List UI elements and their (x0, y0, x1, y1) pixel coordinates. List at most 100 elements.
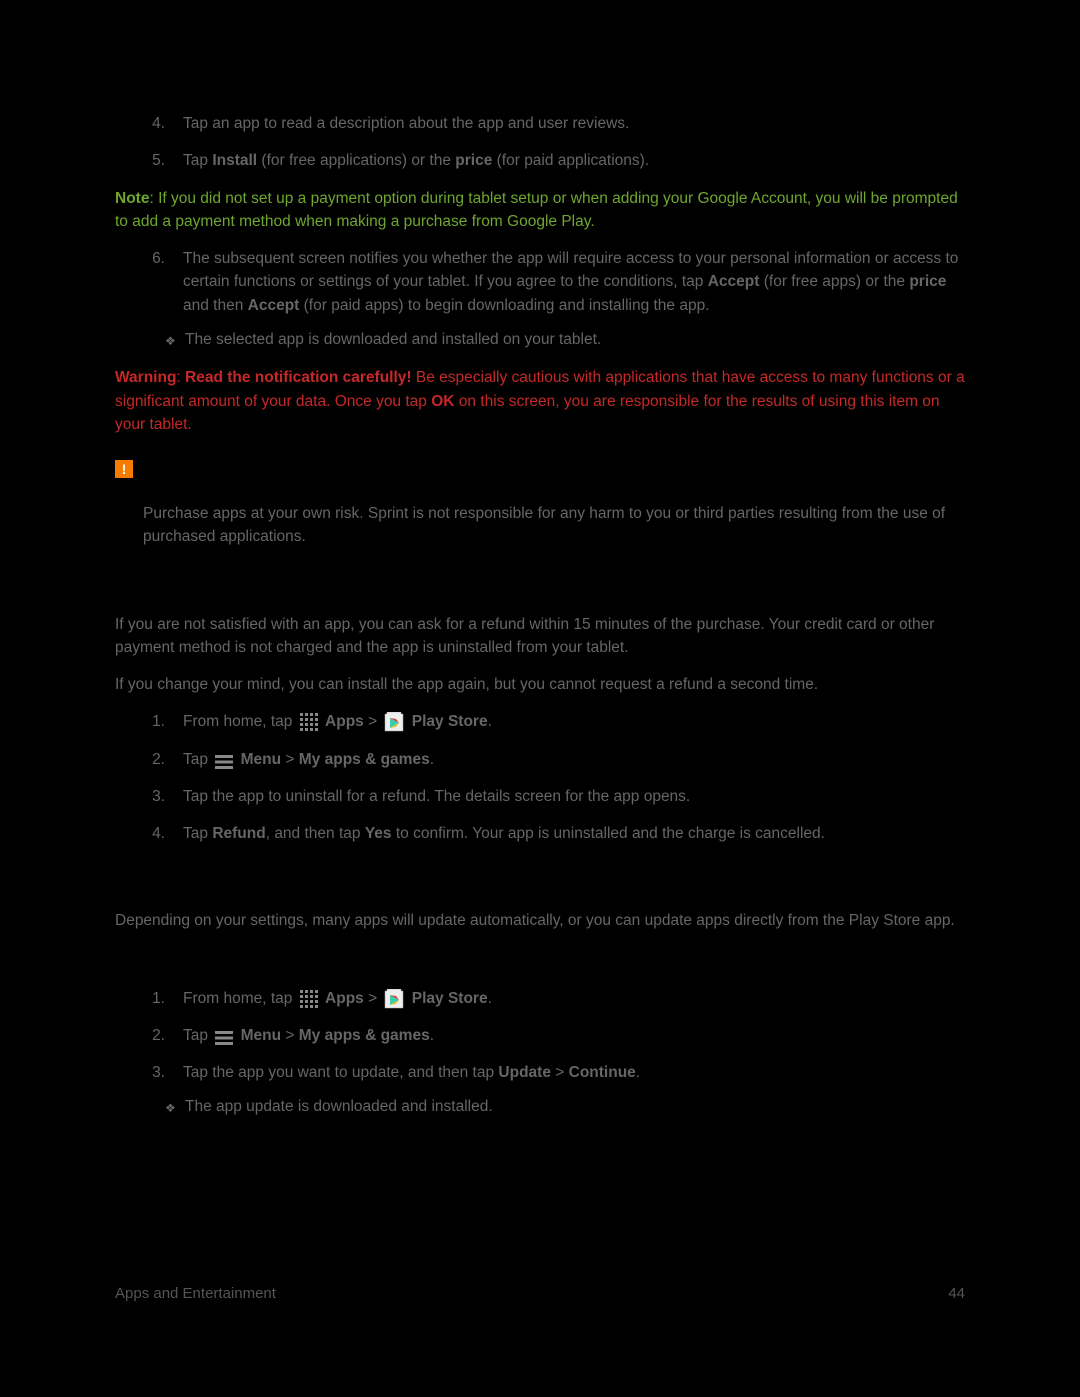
text: From home, tap (183, 990, 297, 1007)
hamburger-menu-icon (215, 1029, 233, 1043)
text: . (488, 713, 492, 730)
play-store-icon (384, 989, 404, 1009)
bold: Read the notification carefully! (185, 369, 412, 386)
note-label: Note (115, 190, 149, 207)
diamond-icon: ❖ (165, 331, 185, 353)
text: Tap (183, 152, 212, 169)
list-text: Tap the app you want to update, and then… (183, 1061, 965, 1084)
sub-bullet: ❖ The app update is downloaded and insta… (115, 1098, 965, 1120)
bold: Menu (241, 751, 281, 768)
risk-paragraph: Purchase apps at your own risk. Sprint i… (115, 502, 965, 549)
list-number: 4. (115, 822, 183, 845)
list-number: 3. (115, 785, 183, 808)
list-text: Tap the app to uninstall for a refund. T… (183, 785, 965, 808)
list-step: 3. Tap the app to uninstall for a refund… (115, 785, 965, 808)
text: . (488, 990, 492, 1007)
note-block: Note: If you did not set up a payment op… (115, 187, 965, 234)
list-number: 4. (115, 112, 183, 135)
paragraph: If you change your mind, you can install… (115, 673, 965, 696)
sub-bullet: ❖ The selected app is downloaded and ins… (115, 331, 965, 353)
list-number: 2. (115, 748, 183, 771)
note-text: : If you did not set up a payment option… (115, 190, 958, 230)
text: . (636, 1064, 640, 1081)
play-store-icon (384, 712, 404, 732)
text: > (551, 1064, 569, 1081)
bold: OK (431, 393, 454, 410)
bold: Install (212, 152, 257, 169)
list-text: From home, tap Apps > Play Store. (183, 710, 965, 733)
text: From home, tap (183, 713, 297, 730)
list-step-5: 5. Tap Install (for free applications) o… (115, 149, 965, 172)
text: Tap (183, 1027, 212, 1044)
page-footer: Apps and Entertainment 44 (115, 1285, 965, 1302)
text: . (430, 1027, 434, 1044)
text: > (281, 1027, 299, 1044)
text: Tap (183, 825, 212, 842)
text: (for paid applications). (492, 152, 649, 169)
text: Tap (183, 751, 212, 768)
text: > (364, 990, 382, 1007)
list-number: 6. (115, 247, 183, 317)
sub-text: The app update is downloaded and install… (185, 1098, 493, 1120)
subheading-update-direct: Update an App Directly (115, 953, 965, 973)
paragraph: If you are not satisfied with an app, yo… (115, 613, 965, 660)
list-text: Tap Install (for free applications) or t… (183, 149, 965, 172)
bold: Accept (708, 273, 760, 290)
list-step-6: 6. The subsequent screen notifies you wh… (115, 247, 965, 317)
bold: My apps & games (299, 751, 430, 768)
text: (for paid apps) to begin downloading and… (299, 297, 709, 314)
diamond-icon: ❖ (165, 1098, 185, 1120)
bold: Apps (325, 990, 364, 1007)
hamburger-menu-icon (215, 753, 233, 767)
list-step: 1. From home, tap Apps > Play Store. (115, 987, 965, 1010)
apps-grid-icon (300, 990, 318, 1008)
bold: Update (498, 1064, 551, 1081)
bold: My apps & games (299, 1027, 430, 1044)
list-text: Tap Refund, and then tap Yes to confirm.… (183, 822, 965, 845)
heading-update: Update an App (115, 869, 965, 895)
warning-block: Warning: Read the notification carefully… (115, 366, 965, 436)
list-step: 3. Tap the app you want to update, and t… (115, 1061, 965, 1084)
bold: Continue (569, 1064, 636, 1081)
list-step: 2. Tap Menu > My apps & games. (115, 748, 965, 771)
sub-text: The selected app is downloaded and insta… (185, 331, 601, 353)
list-text: Tap Menu > My apps & games. (183, 748, 965, 771)
heading-refund: Request a Refund for a Paid App (115, 573, 965, 599)
bold: Apps (325, 713, 364, 730)
bold: Menu (241, 1027, 281, 1044)
bold: price (455, 152, 492, 169)
text: (for free apps) or the (759, 273, 909, 290)
text: (for free applications) or the (257, 152, 455, 169)
bold: Refund (212, 825, 265, 842)
text: and then (183, 297, 248, 314)
list-step: 4. Tap Refund, and then tap Yes to confi… (115, 822, 965, 845)
list-text: Tap an app to read a description about t… (183, 112, 965, 135)
text: > (281, 751, 299, 768)
text: to confirm. Your app is uninstalled and … (392, 825, 825, 842)
list-number: 3. (115, 1061, 183, 1084)
list-step: 2. Tap Menu > My apps & games. (115, 1024, 965, 1047)
bold: Play Store (412, 990, 488, 1007)
alert-icon: ! (115, 460, 133, 478)
list-text: Tap Menu > My apps & games. (183, 1024, 965, 1047)
list-step-4: 4. Tap an app to read a description abou… (115, 112, 965, 135)
list-number: 5. (115, 149, 183, 172)
text: Tap the app you want to update, and then… (183, 1064, 498, 1081)
text: > (364, 713, 382, 730)
text: . (430, 751, 434, 768)
footer-page-number: 44 (948, 1285, 965, 1302)
list-text: From home, tap Apps > Play Store. (183, 987, 965, 1010)
paragraph: Depending on your settings, many apps wi… (115, 909, 965, 932)
text: , and then tap (266, 825, 365, 842)
list-number: 2. (115, 1024, 183, 1047)
apps-grid-icon (300, 713, 318, 731)
footer-section: Apps and Entertainment (115, 1285, 276, 1302)
list-number: 1. (115, 987, 183, 1010)
document-page: 4. Tap an app to read a description abou… (0, 0, 1080, 1397)
list-step: 1. From home, tap Apps > Play Store. (115, 710, 965, 733)
list-number: 1. (115, 710, 183, 733)
bold: Accept (248, 297, 300, 314)
bold: price (909, 273, 946, 290)
list-text: The subsequent screen notifies you wheth… (183, 247, 965, 317)
bold: Play Store (412, 713, 488, 730)
